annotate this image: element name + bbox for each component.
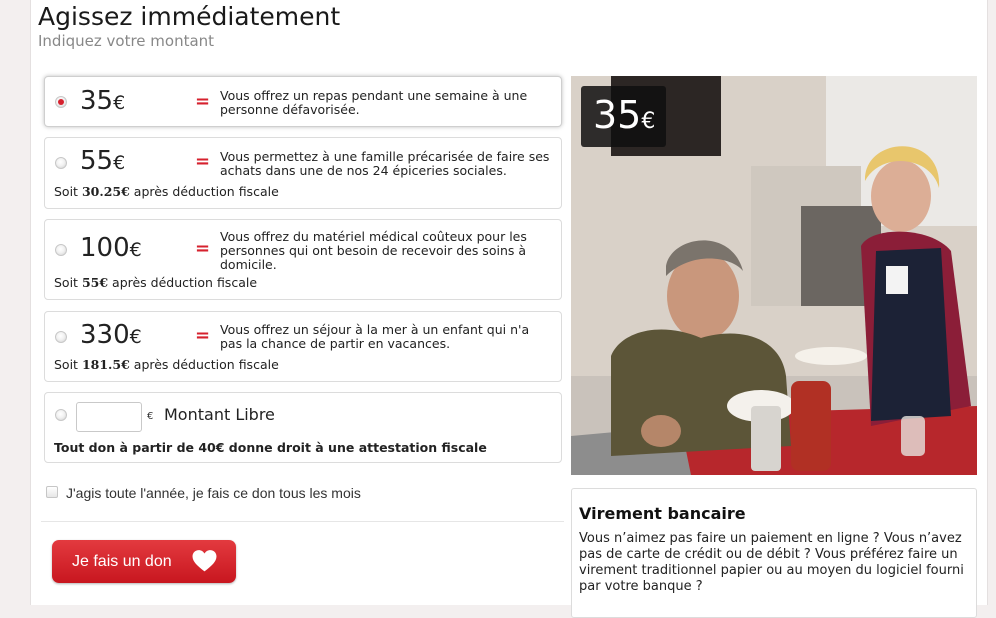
amount-100: 100€ xyxy=(80,233,142,263)
free-currency: € xyxy=(147,411,154,422)
page-title: Agissez immédiatement xyxy=(38,2,341,31)
equals-sign: = xyxy=(195,91,211,112)
option-description: Vous offrez un repas pendant une semaine… xyxy=(220,88,528,117)
radio-55[interactable] xyxy=(55,157,67,169)
donation-option-35[interactable]: 35€ = Vous offrez un repas pendant une s… xyxy=(44,76,562,127)
donate-button-label: Je fais un don xyxy=(72,552,172,570)
heart-icon xyxy=(192,550,217,572)
bank-transfer-box: Virement bancaire Vous n’aimez pas faire… xyxy=(571,488,977,618)
tax-deduction: Soit 30.25€ après déduction fiscale xyxy=(54,184,279,199)
free-amount-input[interactable] xyxy=(76,402,142,432)
donation-option-free[interactable]: € Montant Libre Tout don à partir de 40€… xyxy=(44,392,562,463)
radio-35[interactable] xyxy=(55,96,67,108)
equals-sign: = xyxy=(195,238,211,259)
tax-certificate-note: Tout don à partir de 40€ donne droit à u… xyxy=(54,440,487,455)
radio-100[interactable] xyxy=(55,244,67,256)
tax-deduction: Soit 55€ après déduction fiscale xyxy=(54,275,258,290)
equals-sign: = xyxy=(195,325,211,346)
donation-option-330[interactable]: 330€ = Vous offrez un séjour à la mer à … xyxy=(44,311,562,382)
divider xyxy=(41,521,564,522)
radio-free[interactable] xyxy=(55,409,67,421)
donation-option-100[interactable]: 100€ = Vous offrez du matériel médical c… xyxy=(44,219,562,300)
charity-photo: 35€ xyxy=(571,76,977,475)
bank-transfer-text: Vous n’aimez pas faire un paiement en li… xyxy=(579,531,964,594)
donation-page: Agissez immédiatement Indiquez votre mon… xyxy=(30,0,988,618)
option-description: Vous offrez du matériel médical coûteux … xyxy=(220,229,527,272)
free-amount-label: Montant Libre xyxy=(164,405,275,424)
donate-button[interactable]: Je fais un don xyxy=(52,540,236,583)
amount-35: 35€ xyxy=(80,86,126,116)
radio-330[interactable] xyxy=(55,331,67,343)
tax-deduction: Soit 181.5€ après déduction fiscale xyxy=(54,357,279,372)
photo-amount-badge: 35€ xyxy=(581,86,666,147)
option-description: Vous offrez un séjour à la mer à un enfa… xyxy=(220,322,530,351)
monthly-checkbox[interactable] xyxy=(46,486,58,498)
equals-sign: = xyxy=(195,151,211,172)
amount-55: 55€ xyxy=(80,146,126,176)
donation-option-55[interactable]: 55€ = Vous permettez à une famille préca… xyxy=(44,137,562,209)
bank-transfer-title: Virement bancaire xyxy=(579,504,746,523)
option-description: Vous permettez à une famille précarisée … xyxy=(220,149,550,178)
amount-330: 330€ xyxy=(80,320,142,350)
page-subtitle: Indiquez votre montant xyxy=(38,32,215,50)
monthly-label[interactable]: J'agis toute l'année, je fais ce don tou… xyxy=(66,485,361,501)
